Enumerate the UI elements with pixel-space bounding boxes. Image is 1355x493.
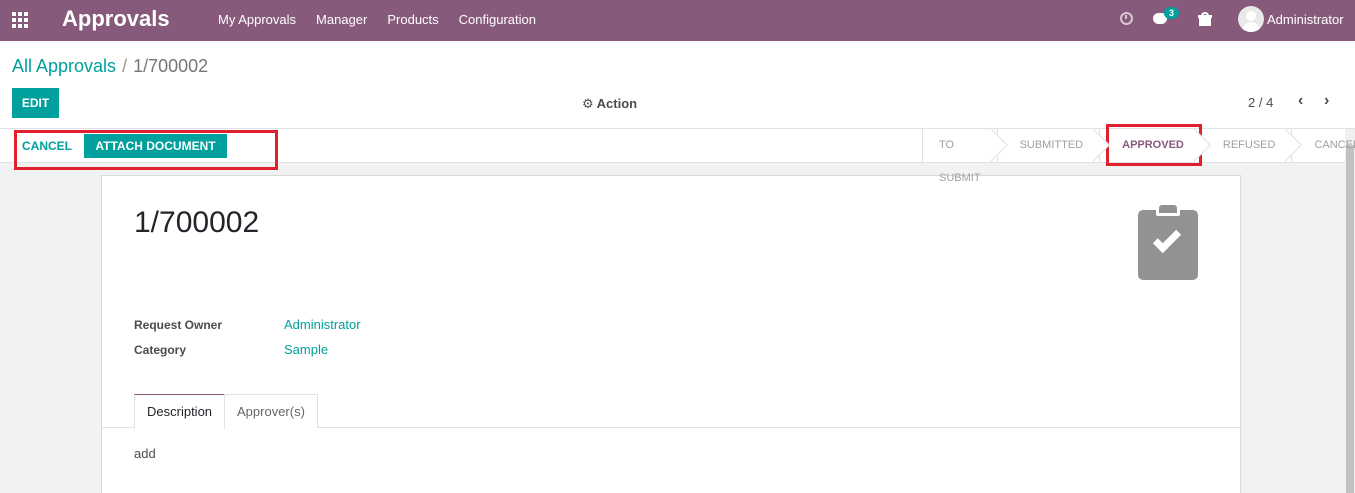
tab-description[interactable]: Description [134,394,226,429]
menu-item-manager[interactable]: Manager [316,12,367,27]
avatar[interactable] [1238,6,1264,32]
category-label: Category [134,343,187,357]
request-owner-label: Request Owner [134,318,223,332]
highlight-box-buttons [14,130,278,170]
clipboard-check-icon [1138,202,1198,280]
menu-item-products[interactable]: Products [387,12,438,27]
breadcrumb-current: 1/700002 [133,56,209,76]
menu-item-configuration[interactable]: Configuration [459,12,536,27]
activity-clock-icon[interactable] [1120,12,1133,25]
edit-button[interactable]: EDIT [12,88,59,118]
chevron-right-icon[interactable]: › [1324,92,1329,110]
menu-item-my-approvals[interactable]: My Approvals [218,12,296,27]
user-menu-name[interactable]: Administrator [1267,12,1344,27]
notebook-tabs: Description Approver(s) [102,394,1240,429]
breadcrumb-separator: / [122,56,128,76]
breadcrumb-all-approvals[interactable]: All Approvals [12,56,116,76]
breadcrumb: All Approvals /1/700002 [12,56,208,77]
gift-icon[interactable] [1198,12,1212,26]
stage-submitted[interactable]: SUBMITTED [996,128,1111,162]
chevron-left-icon[interactable]: ‹ [1298,92,1303,110]
description-text: add [134,446,156,461]
apps-menu-icon[interactable] [12,12,30,28]
category-value[interactable]: Sample [284,342,328,357]
main-menu: My Approvals Manager Products Configurat… [218,12,556,27]
control-panel: All Approvals /1/700002 EDIT ⚙ Action 2 / … [0,41,1355,129]
tab-approvers[interactable]: Approver(s) [224,394,318,428]
gear-icon: ⚙ [582,96,594,111]
stage-to-submit[interactable]: TO SUBMIT [922,128,1008,184]
stage-refused[interactable]: REFUSED [1199,128,1303,162]
action-menu[interactable]: ⚙ Action [582,96,637,112]
messaging-badge: 3 [1164,7,1180,19]
request-owner-value[interactable]: Administrator [284,317,361,332]
form-sheet: 1/700002 Request Owner Administrator Cat… [101,175,1241,493]
action-label: Action [596,96,638,111]
app-title[interactable]: Approvals [62,6,170,32]
scrollbar-thumb[interactable] [1346,145,1354,493]
pager-value[interactable]: 2 / 4 [1248,95,1273,110]
record-name: 1/700002 [134,206,260,239]
top-navbar: Approvals My Approvals Manager Products … [0,0,1355,41]
